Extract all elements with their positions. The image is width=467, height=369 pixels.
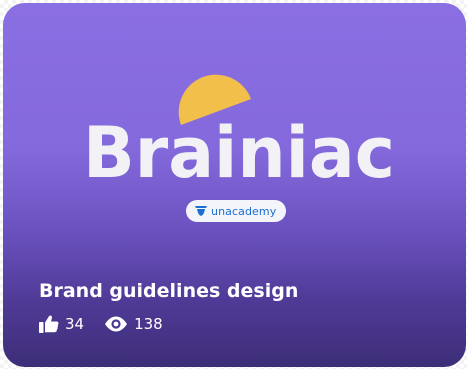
likes-stat[interactable]: 34 (39, 315, 84, 333)
unacademy-badge: unacademy (186, 200, 287, 222)
card-title[interactable]: Brand guidelines design (39, 280, 298, 302)
views-stat: 138 (104, 315, 163, 333)
thumbs-up-icon (39, 315, 59, 333)
project-card[interactable]: Brainiac unacademy Brand guidelines desi… (3, 3, 466, 367)
badge-label: unacademy (211, 204, 277, 218)
brand-logo-text: Brainiac (83, 112, 395, 194)
card-stats: 34 138 (39, 315, 163, 333)
likes-count: 34 (65, 315, 85, 333)
unacademy-logo-icon (195, 206, 207, 216)
views-count: 138 (134, 315, 163, 333)
eye-icon (105, 316, 128, 332)
